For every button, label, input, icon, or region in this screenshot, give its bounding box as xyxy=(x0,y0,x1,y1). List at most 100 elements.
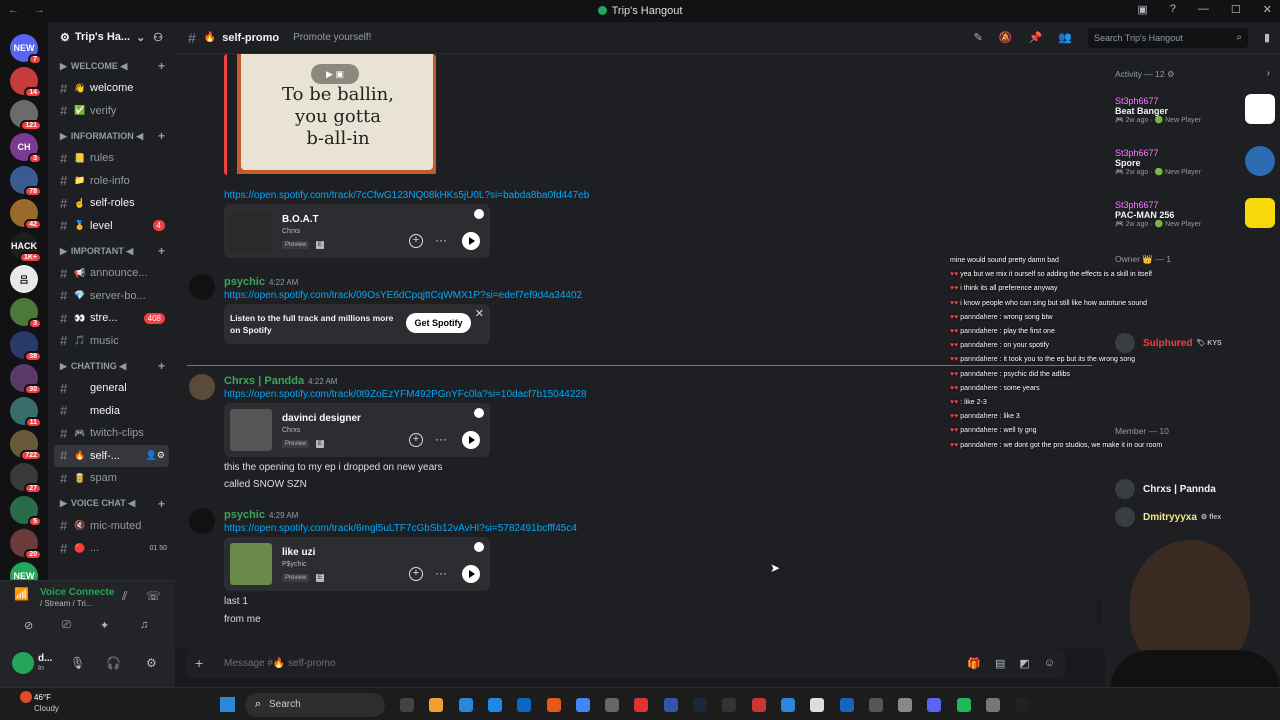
member-item[interactable]: Chrxs | Pannda xyxy=(1115,479,1220,499)
add-icon[interactable]: + xyxy=(409,234,423,248)
taskbar-app-icon[interactable] xyxy=(663,698,678,712)
avatar[interactable] xyxy=(189,374,215,400)
message-composer[interactable]: + Message #🔥 self-promo 🎁 ▤ ◩ ☺ xyxy=(185,650,1065,678)
channel-announce[interactable]: # 📢 announce... xyxy=(48,262,175,285)
image-attachment[interactable]: To be ballin, you gotta b-all-in ▶ ▣ xyxy=(224,54,436,175)
taskbar-app-icon[interactable] xyxy=(751,698,766,712)
category-chatting[interactable]: ▶ CHATTING ◀ + xyxy=(48,355,175,377)
taskbar-app-icon[interactable] xyxy=(839,698,854,712)
category-information[interactable]: ▶ INFORMATION ◀ + xyxy=(48,125,175,147)
avatar[interactable] xyxy=(189,508,215,534)
attach-button[interactable]: + xyxy=(195,655,203,671)
spotify-embed[interactable]: B.O.A.T Chrxs Preview E + ··· xyxy=(224,204,490,258)
members-icon[interactable]: 👥 xyxy=(1058,31,1072,44)
play-button[interactable] xyxy=(462,431,480,449)
server-icon[interactable]: 38 xyxy=(10,331,42,362)
server-icon[interactable]: 14 xyxy=(10,67,42,98)
server-icon[interactable]: 121 xyxy=(10,100,42,131)
emoji-icon[interactable]: ☺ xyxy=(1044,657,1055,670)
server-icon[interactable]: 30 xyxy=(10,364,42,395)
guild-header[interactable]: ⚙ Trip's Ha... ⌄ ⚇ xyxy=(48,22,175,52)
taskbar-app-icon[interactable] xyxy=(722,698,737,712)
get-spotify-button[interactable]: Get Spotify xyxy=(406,313,471,333)
taskbar-app-icon[interactable] xyxy=(927,698,942,712)
headphones-icon[interactable]: 🎧 xyxy=(106,656,121,670)
channel-twitchclips[interactable]: # 🎮 twitch-clips xyxy=(48,422,175,445)
activity-item[interactable]: St3ph6677 PAC-MAN 256 🎮 2w ago · 🟢 New Pla… xyxy=(1115,198,1275,228)
taskbar-app-icon[interactable] xyxy=(487,698,502,712)
category-voice[interactable]: ▶ VOICE CHAT ◀ + xyxy=(48,493,175,515)
avatar[interactable] xyxy=(189,274,215,300)
server-icon[interactable]: 722 xyxy=(10,430,42,461)
channel-rules[interactable]: # 📒 rules xyxy=(48,147,175,170)
server-icon[interactable]: 20 xyxy=(10,529,42,560)
server-icon[interactable]: CH 3 xyxy=(10,133,42,164)
taskbar-app-icon[interactable] xyxy=(780,698,795,712)
message-link[interactable]: https://open.spotify.com/track/6mgl5uLTF… xyxy=(224,523,577,534)
server-icon[interactable]: 吕 xyxy=(10,265,38,293)
server-icon[interactable]: 11 xyxy=(10,397,42,428)
gift-icon[interactable]: 🎁 xyxy=(967,657,981,670)
maximize-icon[interactable]: ☐ xyxy=(1231,3,1241,16)
taskbar-app-icon[interactable] xyxy=(575,698,590,712)
activities-icon[interactable]: ✦ xyxy=(100,619,109,632)
minimize-icon[interactable]: — xyxy=(1198,3,1209,16)
play-button[interactable] xyxy=(462,232,480,250)
taskbar-app-icon[interactable] xyxy=(693,698,707,712)
message-link[interactable]: https://open.spotify.com/track/0t9ZoEzYF… xyxy=(224,389,587,400)
avatar[interactable] xyxy=(12,652,34,674)
screen-share-icon[interactable]: ⎚ xyxy=(62,619,71,632)
notifications-icon[interactable]: 🔕 xyxy=(999,31,1013,44)
server-icon[interactable]: 5 xyxy=(10,496,42,527)
taskbar-app-icon[interactable] xyxy=(634,698,649,712)
taskbar-search[interactable]: ⌕ Search xyxy=(245,693,385,717)
scrollbar[interactable] xyxy=(1097,599,1101,629)
gif-icon[interactable]: ▤ xyxy=(995,657,1005,670)
help-icon[interactable]: ? xyxy=(1170,3,1176,16)
search-input[interactable]: Search Trip's Hangout ⌕ xyxy=(1087,27,1248,48)
server-icon[interactable]: 78 xyxy=(10,166,42,197)
soundboard-icon[interactable]: ♫ xyxy=(140,619,148,631)
taskbar-app-icon[interactable] xyxy=(546,698,561,712)
add-icon[interactable]: + xyxy=(409,567,423,581)
inbox-icon[interactable]: ▣ xyxy=(1137,3,1147,16)
channel-stre[interactable]: # 👀 stre... 408 xyxy=(48,307,175,330)
channel-verify[interactable]: # ✅ verify xyxy=(48,100,175,123)
threads-icon[interactable]: ✎ xyxy=(974,31,983,44)
message-author[interactable]: psychic 4:29 AM xyxy=(224,509,298,521)
taskbar-app-icon[interactable] xyxy=(429,698,444,712)
inbox-icon[interactable]: ▮ xyxy=(1264,31,1270,44)
close-icon[interactable]: ✕ xyxy=(475,307,484,320)
chevron-right-icon[interactable]: › xyxy=(1267,68,1270,79)
sticker-icon[interactable]: ◩ xyxy=(1019,657,1029,670)
taskbar-app-icon[interactable] xyxy=(986,698,1000,712)
category-welcome[interactable]: ▶ WELCOME ◀ + xyxy=(48,55,175,77)
taskbar-app-icon[interactable] xyxy=(517,698,532,712)
activity-item[interactable]: St3ph6677 Spore 🎮 2w ago · 🟢 New Player xyxy=(1115,146,1275,176)
taskbar-app-icon[interactable] xyxy=(868,698,883,712)
message-author[interactable]: Chrxs | Pandda 4:22 AM xyxy=(224,375,337,387)
settings-icon[interactable]: ⚙ xyxy=(146,656,157,670)
server-icon[interactable]: 27 xyxy=(10,463,42,494)
taskbar-app-icon[interactable] xyxy=(898,698,913,712)
mic-icon[interactable]: 🎙 xyxy=(70,656,85,670)
spotify-embed[interactable]: davinci designer Chrxs Preview E + ··· xyxy=(224,403,490,457)
taskbar-app-icon[interactable] xyxy=(1015,698,1030,712)
server-icon[interactable]: 3 xyxy=(10,298,42,329)
channel-welcome[interactable]: # 👋 welcome xyxy=(48,77,175,100)
server-icon[interactable]: HACK 1K+ xyxy=(10,232,42,263)
message-link[interactable]: https://open.spotify.com/track/09OsYE6dC… xyxy=(224,290,582,301)
play-button[interactable] xyxy=(462,565,480,583)
channel-general[interactable]: # general xyxy=(48,377,175,400)
channel-level[interactable]: # 🏅 level 4 xyxy=(48,215,175,238)
more-icon[interactable]: ··· xyxy=(435,233,447,247)
taskbar-app-icon[interactable] xyxy=(956,698,971,712)
channel-roleinfo[interactable]: # 📁 role-info xyxy=(48,170,175,193)
disconnect-icon[interactable]: ☏ xyxy=(146,589,161,603)
start-icon[interactable] xyxy=(220,697,235,712)
camera-off-icon[interactable]: ⊘ xyxy=(24,619,33,632)
message-link[interactable]: https://open.spotify.com/track/7cCfwG123… xyxy=(224,190,589,201)
server-icon[interactable]: NEW 7 xyxy=(10,34,42,65)
channel-selfroles[interactable]: # ☝ self-roles xyxy=(48,192,175,215)
message-author[interactable]: psychic 4:22 AM xyxy=(224,276,298,288)
